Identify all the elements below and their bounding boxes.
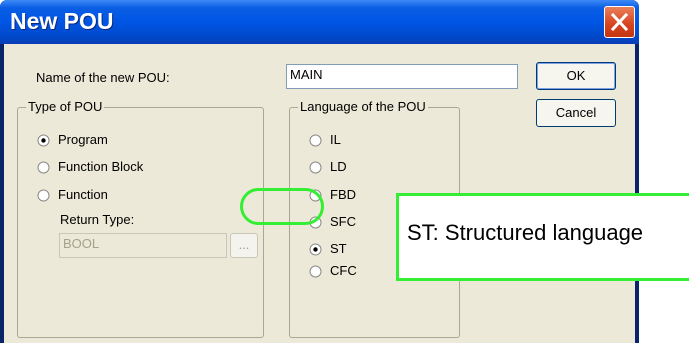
radio-label: Function Block [58, 159, 144, 174]
type-group-title: Type of POU [26, 99, 105, 114]
radio-label: LD [330, 159, 347, 174]
browse-return-type-button[interactable]: ... [230, 233, 258, 258]
type-of-pou-group: Type of POU [17, 99, 264, 338]
dialog-title: New POU [10, 8, 114, 34]
close-icon [610, 12, 629, 32]
language-group-title: Language of the POU [298, 99, 428, 114]
radio-selected-icon [309, 243, 322, 256]
radio-label: CFC [330, 263, 357, 278]
radio-unselected-icon [37, 189, 50, 202]
cancel-button[interactable]: Cancel [536, 99, 616, 127]
st-highlight-oval [240, 188, 324, 225]
annotation-callout: ST: Structured language [396, 193, 689, 281]
radio-unselected-icon [37, 161, 50, 174]
radio-label: Program [58, 132, 108, 147]
callout-text: ST: Structured language [407, 220, 644, 245]
radio-label: FBD [330, 187, 356, 202]
radio-unselected-icon [309, 265, 322, 278]
radio-label: Function [58, 187, 108, 202]
return-type-input[interactable]: BOOL [59, 233, 227, 258]
radio-label: IL [330, 132, 341, 147]
radio-label: SFC [330, 214, 356, 229]
new-pou-dialog: New POU Name of the new POU: MAIN OK Can… [0, 0, 639, 343]
radio-selected-icon [37, 134, 50, 147]
name-label: Name of the new POU: [36, 70, 170, 85]
radio-unselected-icon [309, 134, 322, 147]
pou-name-input[interactable]: MAIN [286, 64, 518, 89]
close-button[interactable] [604, 6, 635, 38]
radio-label: ST [330, 241, 347, 256]
radio-unselected-icon [309, 161, 322, 174]
return-type-label: Return Type: [60, 212, 135, 227]
title-bar[interactable]: New POU [0, 0, 639, 44]
ok-button[interactable]: OK [536, 62, 616, 90]
